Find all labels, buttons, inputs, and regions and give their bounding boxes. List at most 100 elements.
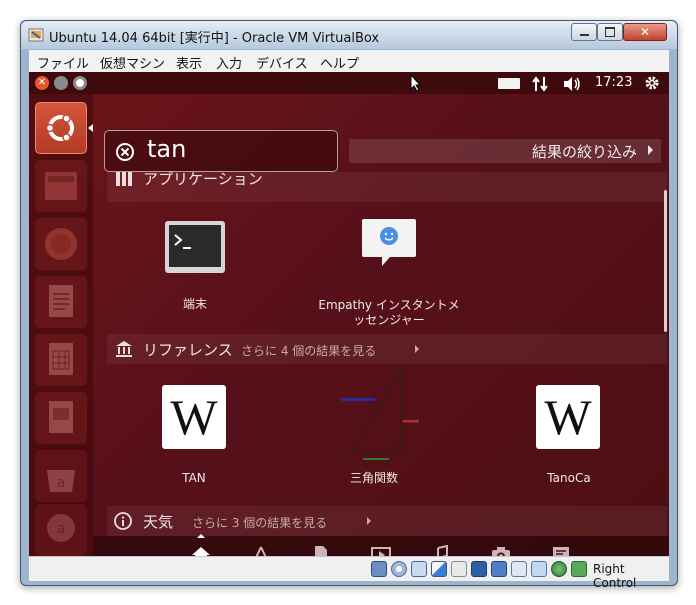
clock[interactable]: 17:23 <box>595 75 632 90</box>
applications-title: アプリケーション <box>143 170 263 188</box>
terminal-label: 端末 <box>182 297 207 311</box>
optical-drive-icon[interactable] <box>391 561 407 577</box>
clear-search-icon[interactable] <box>115 142 135 162</box>
vbox-menubar: ファイル 仮想マシン 表示 入力 デバイス ヘルプ <box>29 50 669 72</box>
virtualbox-app-icon <box>28 28 44 42</box>
maximize-icon <box>605 27 615 37</box>
applications-header[interactable]: アプリケーション <box>107 170 667 202</box>
launcher-calc-button[interactable] <box>35 334 87 386</box>
photos-lens-icon[interactable] <box>491 545 511 556</box>
launcher-amazon-button[interactable]: a <box>35 504 87 556</box>
reference-more-link[interactable]: さらに 4 個の結果を見る <box>241 342 376 359</box>
folder-icon[interactable] <box>451 561 467 577</box>
info-icon <box>114 512 132 530</box>
weather-title: 天気 <box>143 513 174 531</box>
vbox-statusbar: Right Control <box>29 556 669 590</box>
hard-disk-icon[interactable] <box>371 561 387 577</box>
window-titlebar[interactable]: Ubuntu 14.04 64bit [実行中] - Oracle VM Vir… <box>21 21 677 49</box>
menu-machine[interactable]: 仮想マシン <box>100 53 165 72</box>
launcher-software-center-button[interactable]: a <box>35 450 87 502</box>
files-lens-icon[interactable] <box>311 545 331 556</box>
software-center-icon: a <box>47 470 75 492</box>
home-lens-icon[interactable] <box>191 545 211 556</box>
applications-icon <box>116 172 132 186</box>
weather-header[interactable]: 天気 さらに 3 個の結果を見る <box>107 506 667 536</box>
music-lens-icon[interactable] <box>431 545 451 556</box>
launcher-firefox-button[interactable] <box>35 218 87 270</box>
app-result-empathy[interactable]: Empathy インスタントメ ッセンジャー <box>309 207 469 337</box>
ubuntu-logo-icon <box>45 114 74 142</box>
filter-results-button[interactable]: 結果の絞り込み <box>349 139 661 163</box>
launcher-impress-button[interactable] <box>35 392 87 444</box>
weather-more-link[interactable]: さらに 3 個の結果を見る <box>192 514 327 531</box>
applications-lens-icon[interactable] <box>251 545 271 556</box>
terminal-icon <box>165 221 225 273</box>
volume-icon[interactable] <box>562 76 582 92</box>
empathy-icon <box>362 219 416 266</box>
mouse-cursor-icon <box>410 74 422 92</box>
keyboard-indicator-icon[interactable] <box>498 78 520 89</box>
gear-icon[interactable] <box>644 75 660 91</box>
menu-view[interactable]: 表示 <box>176 53 202 72</box>
display-icon[interactable] <box>471 561 487 577</box>
wikipedia-icon: W <box>162 385 226 449</box>
weather-more-arrow-icon <box>367 517 371 525</box>
keyboard-capture-icon[interactable] <box>571 561 587 577</box>
filter-results-label: 結果の絞り込み <box>531 143 637 161</box>
app-result-terminal[interactable]: 端末 <box>147 207 243 317</box>
cpu-icon[interactable] <box>531 561 547 577</box>
search-box[interactable]: tan <box>104 130 338 172</box>
dash-minimize-button[interactable] <box>54 76 68 90</box>
ref-result-tan[interactable]: W TAN <box>154 382 234 492</box>
launcher-files-button[interactable] <box>35 160 87 212</box>
impress-icon <box>49 401 73 433</box>
guest-screen[interactable]: ✕ 17:23 a a tan 結果の絞り込み アプリケーション 端末 Empa… <box>29 72 669 556</box>
svg-text:a: a <box>57 521 66 537</box>
reference-header[interactable]: リファレンス さらに 4 個の結果を見る <box>107 334 667 364</box>
mouse-integration-icon[interactable] <box>551 561 567 577</box>
ref-result-tanoca[interactable]: W TanoCa <box>529 382 609 492</box>
trig-label: 三角関数 <box>349 471 398 485</box>
menu-devices[interactable]: デバイス <box>256 53 308 72</box>
amazon-icon: a <box>47 514 75 542</box>
close-button[interactable]: ✕ <box>623 23 667 41</box>
results-scrollbar[interactable] <box>664 190 667 332</box>
lens-bar <box>93 534 669 556</box>
menu-file[interactable]: ファイル <box>37 53 89 72</box>
usb-icon[interactable] <box>411 561 427 577</box>
network-adapter-icon[interactable] <box>491 561 507 577</box>
reference-title: リファレンス <box>143 341 233 359</box>
menu-help[interactable]: ヘルプ <box>320 53 359 72</box>
firefox-icon <box>45 228 77 260</box>
social-lens-icon[interactable] <box>551 545 571 556</box>
menu-input[interactable]: 入力 <box>216 53 242 72</box>
writer-icon <box>49 285 73 317</box>
launcher-writer-button[interactable] <box>35 276 87 328</box>
empathy-label-line2: ッセンジャー <box>353 313 425 327</box>
recording-icon[interactable] <box>511 561 527 577</box>
svg-text:a: a <box>57 475 66 491</box>
dash-maximize-button[interactable] <box>73 76 87 90</box>
calc-icon <box>49 343 73 375</box>
dash-close-button[interactable]: ✕ <box>35 76 49 90</box>
files-icon <box>45 172 77 200</box>
tanoca-label: TanoCa <box>547 471 591 485</box>
maximize-button[interactable] <box>597 23 623 41</box>
tan-label: TAN <box>182 471 206 485</box>
virtualbox-window: Ubuntu 14.04 64bit [実行中] - Oracle VM Vir… <box>20 20 678 590</box>
network-icon[interactable] <box>531 76 549 92</box>
minimize-icon <box>579 34 589 36</box>
minimize-button[interactable] <box>571 23 597 41</box>
launcher-dash-button[interactable] <box>35 102 87 154</box>
filter-arrow-icon <box>648 145 653 155</box>
close-icon: ✕ <box>639 25 651 39</box>
window-title: Ubuntu 14.04 64bit [実行中] - Oracle VM Vir… <box>49 31 380 46</box>
search-input[interactable]: tan <box>147 135 186 163</box>
reference-icon <box>116 341 132 357</box>
wikipedia-icon: W <box>536 385 600 449</box>
shared-folders-icon[interactable] <box>431 561 447 577</box>
triangle-diagram-icon <box>341 370 419 460</box>
empathy-label-line1: Empathy インスタントメ <box>318 298 460 312</box>
video-lens-icon[interactable] <box>371 545 391 556</box>
ref-result-trig[interactable]: 三角関数 <box>334 368 444 492</box>
